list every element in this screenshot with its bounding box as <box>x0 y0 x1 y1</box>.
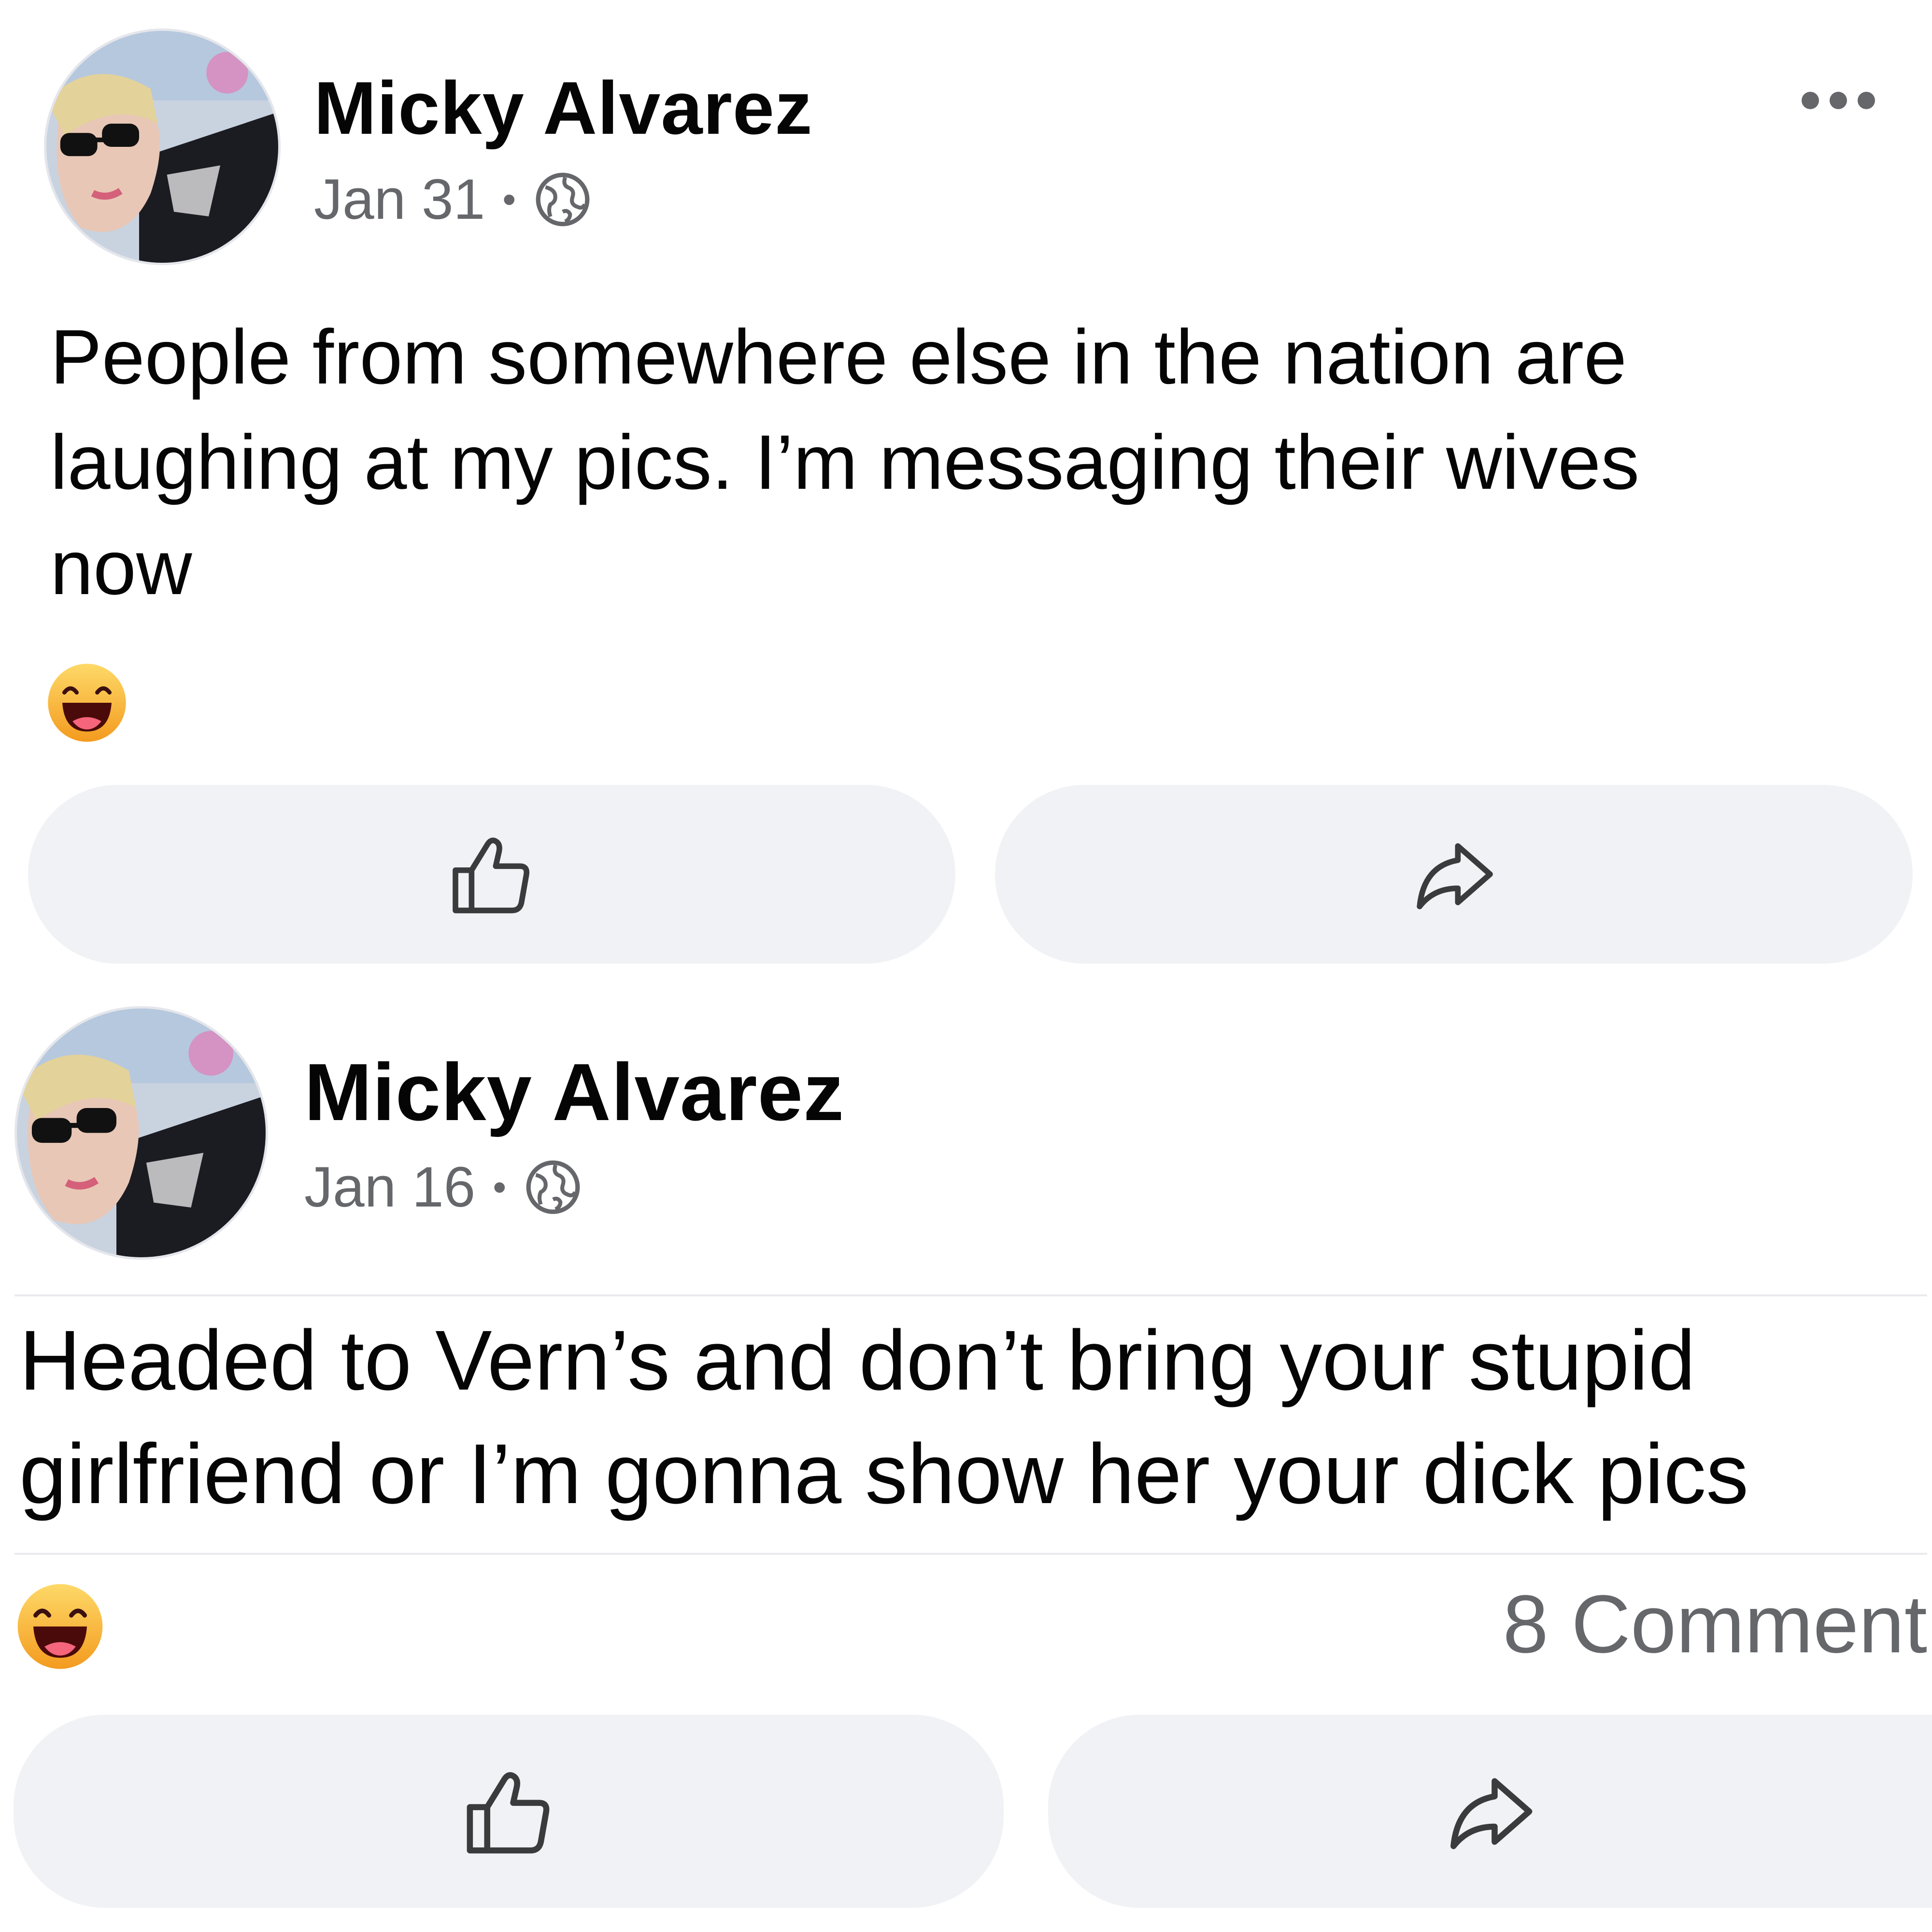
post-date[interactable]: Jan 16 <box>304 1154 475 1220</box>
globe-icon <box>526 1160 580 1214</box>
post-meta: Jan 16 • <box>304 1154 582 1220</box>
post-text-line: People from somewhere else in the nation… <box>50 313 1627 400</box>
post-text: Headed to Vern’s and don’t bring your st… <box>19 1304 1748 1531</box>
author-name[interactable]: Micky Alvarez <box>304 1046 844 1139</box>
comments-count[interactable]: 8 Comment <box>1503 1577 1927 1672</box>
avatar[interactable] <box>17 1009 266 1257</box>
share-icon <box>1417 843 1493 909</box>
like-icon <box>467 1772 549 1853</box>
haha-reaction-icon[interactable] <box>46 662 128 744</box>
share-button[interactable] <box>995 785 1913 964</box>
post-text-line: girlfriend or I’m gonna show her your di… <box>19 1427 1749 1521</box>
avatar[interactable] <box>46 31 278 263</box>
text-divider-top <box>14 1294 1927 1296</box>
author-name[interactable]: Micky Alvarez <box>314 65 813 151</box>
post-meta: Jan 31 • <box>314 167 592 232</box>
post-text-line: now <box>50 524 192 611</box>
post-date[interactable]: Jan 31 <box>314 167 485 232</box>
post-2: Micky Alvarez Jan 16 • Headed to Vern’s … <box>0 995 1932 1932</box>
text-divider-bottom <box>14 1553 1927 1555</box>
profile-photo <box>17 1009 266 1257</box>
like-button[interactable] <box>14 1715 1004 1908</box>
post-1: Micky Alvarez Jan 31 • People from somew… <box>0 0 1932 990</box>
more-options-icon[interactable] <box>1802 92 1875 109</box>
haha-reaction-icon[interactable] <box>15 1582 105 1671</box>
share-icon <box>1450 1778 1532 1849</box>
globe-icon <box>536 172 590 227</box>
profile-photo <box>46 31 278 263</box>
post-text-line: Headed to Vern’s and don’t bring your st… <box>19 1313 1696 1408</box>
like-icon <box>453 838 530 913</box>
post-text: People from somewhere else in the nation… <box>50 304 1639 620</box>
meta-separator: • <box>502 178 516 221</box>
like-button[interactable] <box>28 785 955 964</box>
meta-separator: • <box>493 1165 507 1208</box>
post-text-line: laughing at my pics. I’m messaging their… <box>50 419 1640 505</box>
share-button[interactable] <box>1048 1715 1932 1908</box>
